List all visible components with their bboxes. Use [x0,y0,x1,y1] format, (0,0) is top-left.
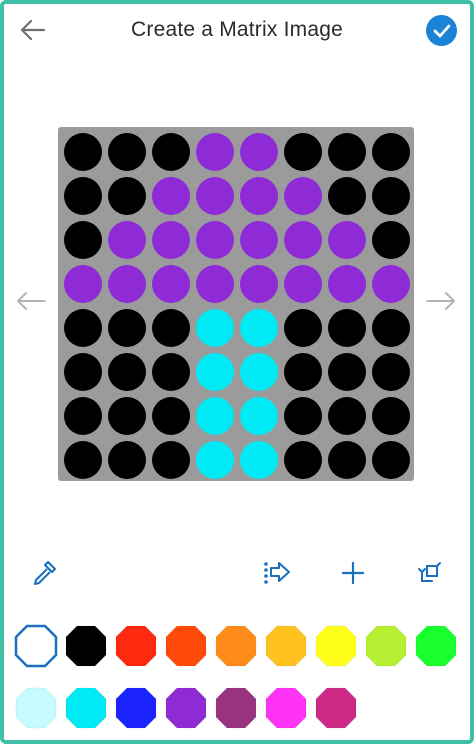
matrix-dot[interactable] [196,397,234,435]
matrix-dot[interactable] [284,177,322,215]
matrix-dot[interactable] [152,177,190,215]
matrix-dot[interactable] [196,265,234,303]
matrix-dot[interactable] [152,441,190,479]
matrix-dot[interactable] [108,353,146,391]
check-circle-icon [433,24,451,38]
matrix-dot[interactable] [240,221,278,259]
color-swatch[interactable] [264,686,308,730]
matrix-dot[interactable] [240,133,278,171]
matrix-dot[interactable] [372,353,410,391]
matrix-dot[interactable] [64,441,102,479]
matrix-dot[interactable] [328,309,366,347]
next-frame-button[interactable] [424,288,458,314]
matrix-dot[interactable] [372,265,410,303]
matrix-dot[interactable] [240,265,278,303]
matrix-dot[interactable] [284,397,322,435]
matrix-dot[interactable] [372,397,410,435]
matrix-dot[interactable] [372,177,410,215]
matrix-dot[interactable] [152,397,190,435]
matrix-dot[interactable] [152,309,190,347]
matrix-dot[interactable] [152,133,190,171]
color-swatch[interactable] [214,686,258,730]
color-swatch[interactable] [14,686,58,730]
arrow-left-icon [17,292,46,310]
matrix-dot[interactable] [240,309,278,347]
matrix-dot[interactable] [240,397,278,435]
color-swatch[interactable] [114,686,158,730]
matrix-dot[interactable] [328,177,366,215]
matrix-dot[interactable] [152,221,190,259]
matrix-dot[interactable] [372,221,410,259]
matrix-dot[interactable] [108,265,146,303]
matrix-dot[interactable] [108,133,146,171]
led-matrix-grid [58,127,414,481]
matrix-dot[interactable] [328,221,366,259]
matrix-dot[interactable] [152,353,190,391]
matrix-dot[interactable] [64,177,102,215]
color-swatch[interactable] [214,624,258,668]
color-swatch[interactable] [164,624,208,668]
matrix-dot[interactable] [328,397,366,435]
matrix-dot[interactable] [64,353,102,391]
matrix-dot[interactable] [328,265,366,303]
swap-icon [418,562,441,582]
matrix-dot[interactable] [108,221,146,259]
header: Create a Matrix Image [0,0,474,64]
page-title: Create a Matrix Image [131,18,343,41]
matrix-dot[interactable] [64,265,102,303]
matrix-dot[interactable] [284,221,322,259]
add-frame-button[interactable] [336,556,370,590]
matrix-dot[interactable] [284,133,322,171]
matrix-dot[interactable] [196,177,234,215]
color-swatch[interactable] [414,624,458,668]
color-swatch[interactable] [114,624,158,668]
matrix-dot[interactable] [152,265,190,303]
matrix-dot[interactable] [328,441,366,479]
done-button[interactable] [426,15,457,46]
arrow-left-icon [20,19,46,41]
plus-icon [341,561,365,585]
matrix-dot[interactable] [64,309,102,347]
matrix-dot[interactable] [284,309,322,347]
color-swatch[interactable] [364,624,408,668]
matrix-dot[interactable] [240,441,278,479]
matrix-dot[interactable] [108,177,146,215]
matrix-dot[interactable] [328,133,366,171]
matrix-dot[interactable] [196,133,234,171]
color-swatch[interactable] [314,624,358,668]
matrix-dot[interactable] [372,309,410,347]
swap-frames-button[interactable] [413,556,447,590]
matrix-dot[interactable] [64,221,102,259]
matrix-dot[interactable] [108,397,146,435]
previous-frame-button[interactable] [14,288,48,314]
back-button[interactable] [16,14,50,48]
arrow-right-icon [426,292,455,310]
matrix-dot[interactable] [64,133,102,171]
matrix-dot[interactable] [240,353,278,391]
matrix-dot[interactable] [372,133,410,171]
matrix-dot[interactable] [196,309,234,347]
matrix-dot[interactable] [284,441,322,479]
matrix-dot[interactable] [108,441,146,479]
color-swatch[interactable] [14,624,58,668]
matrix-dot[interactable] [196,441,234,479]
matrix-dot[interactable] [196,353,234,391]
matrix-dot[interactable] [284,265,322,303]
matrix-dot[interactable] [108,309,146,347]
shift-right-button[interactable] [259,556,293,590]
color-swatch[interactable] [314,686,358,730]
matrix-dot[interactable] [64,397,102,435]
matrix-dot[interactable] [328,353,366,391]
matrix-dot[interactable] [372,441,410,479]
color-swatch[interactable] [64,624,108,668]
matrix-dot[interactable] [196,221,234,259]
color-swatch[interactable] [64,686,108,730]
color-swatch[interactable] [264,624,308,668]
eyedropper-icon [34,561,56,585]
color-swatch[interactable] [164,686,208,730]
eyedropper-button[interactable] [27,556,61,590]
shift-right-icon [264,562,290,584]
matrix-dot[interactable] [284,353,322,391]
matrix-dot[interactable] [240,177,278,215]
